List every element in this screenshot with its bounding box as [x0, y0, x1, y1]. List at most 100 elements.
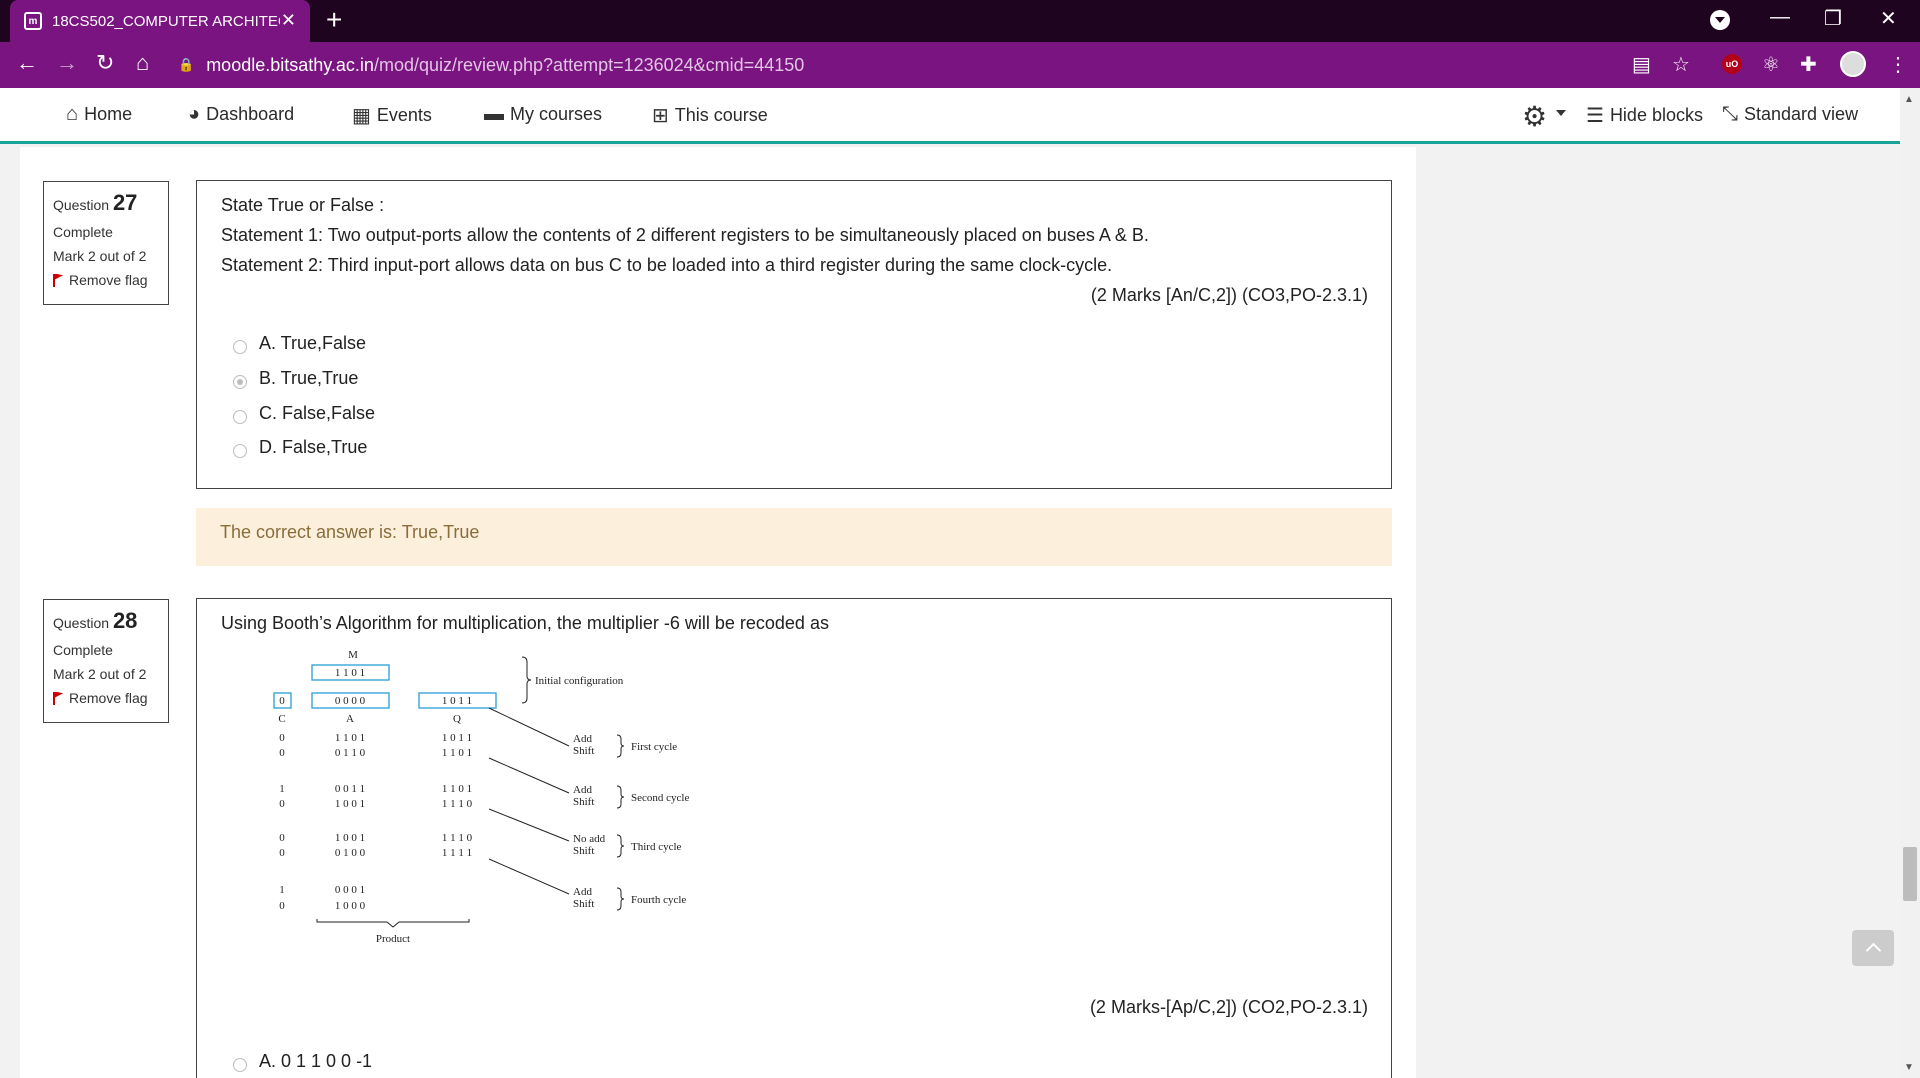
cycle-c-value: 0	[279, 732, 285, 744]
cycle-a-value: 1 1 0 1	[335, 732, 365, 744]
product-brace	[316, 919, 470, 928]
minimize-icon[interactable]: —	[1770, 6, 1790, 29]
forward-icon[interactable]: →	[56, 50, 78, 76]
answer-option-a[interactable]: A. 0 1 1 0 0 -1	[233, 1051, 372, 1072]
browser-tab[interactable]: m 18CS502_COMPUTER ARCHITECTURE ✕	[10, 0, 310, 42]
option-label: C. False,False	[259, 403, 376, 423]
chevron-down-icon[interactable]	[1556, 110, 1566, 116]
nav-this-course-label: This course	[674, 105, 768, 125]
scroll-up-icon[interactable]: ▲	[1904, 94, 1914, 105]
back-icon[interactable]: ←	[16, 50, 38, 76]
cycle-a-value: 0 0 1 1	[335, 783, 365, 795]
cycle-a-value: 0 1 0 0	[335, 847, 366, 859]
home-icon[interactable]: ⌂	[136, 50, 149, 76]
q-init: 1 0 1 1	[442, 695, 472, 707]
question-label: Question	[53, 197, 110, 213]
cycle-op: No add	[573, 833, 606, 845]
cycle-q-value: 1 1 1 1	[442, 847, 472, 859]
extensions-puzzle-icon[interactable]: ✚	[1800, 52, 1817, 77]
close-window-icon[interactable]: ✕	[1880, 6, 1897, 31]
url-host: moodle.bitsathy.ac.in	[206, 54, 374, 75]
back-to-top-button[interactable]	[1852, 930, 1894, 966]
nav-my-courses-label: My courses	[510, 104, 603, 124]
blocks-column	[1416, 147, 1900, 1078]
question-marks: (2 Marks [An/C,2]) (CO3,PO-2.3.1)	[1090, 285, 1368, 305]
media-dropdown-icon[interactable]	[1710, 10, 1730, 30]
question-28-content: Using Booth’s Algorithm for multiplicati…	[196, 598, 1392, 1078]
nav-my-courses[interactable]: ▬ My courses	[484, 103, 602, 126]
cycle-a-value: 0 1 1 0	[335, 747, 366, 759]
new-tab-icon[interactable]: +	[326, 4, 342, 36]
ublock-extension-icon[interactable]: uO	[1722, 54, 1742, 74]
home-icon: ⌂	[66, 103, 79, 125]
answer-option-a[interactable]: A. True,False	[233, 333, 366, 354]
radio-button-selected[interactable]	[233, 374, 247, 389]
compress-icon: ⤡	[1722, 103, 1738, 125]
c-init: 0	[279, 695, 285, 707]
option-label: B. True,True	[259, 368, 359, 388]
sitemap-icon: ⊞	[652, 105, 669, 127]
cycle-op: Shift	[573, 898, 594, 910]
hide-blocks-label: Hide blocks	[1609, 105, 1703, 125]
c-label: C	[278, 713, 285, 725]
lock-icon: 🔒	[178, 57, 195, 72]
cycle-c-value: 1	[279, 884, 285, 896]
restore-icon[interactable]: ❐	[1824, 6, 1842, 31]
cycle-op: Add	[573, 886, 592, 898]
remove-flag-label: Remove flag	[69, 272, 148, 288]
product-label: Product	[376, 933, 410, 945]
cycle-brace	[616, 887, 625, 911]
moodle-favicon-icon: m	[24, 12, 42, 30]
reload-icon[interactable]: ↻	[96, 50, 114, 76]
radio-button[interactable]	[233, 1057, 247, 1072]
moodle-navbar: ⌂ Home ◕ Dashboard ▦ Events ▬ My courses…	[0, 88, 1900, 144]
scroll-down-icon[interactable]: ▼	[1904, 1062, 1914, 1073]
question-28-info: Question 28 Complete Mark 2 out of 2 Rem…	[43, 599, 169, 723]
settings-gear-icon[interactable]: ⚙	[1522, 100, 1547, 133]
question-status: Complete	[53, 224, 113, 240]
react-extension-icon[interactable]: ⚛	[1762, 52, 1780, 77]
answer-option-b[interactable]: B. True,True	[233, 368, 358, 389]
cycle-op: Shift	[573, 745, 594, 757]
cycle-c-value: 1	[279, 783, 285, 795]
radio-button[interactable]	[233, 339, 247, 354]
radio-button[interactable]	[233, 409, 247, 424]
cycle-name: Third cycle	[631, 841, 682, 853]
question-text-line: Statement 1: Two output-ports allow the …	[221, 225, 1149, 245]
nav-home[interactable]: ⌂ Home	[66, 103, 132, 126]
profile-avatar[interactable]	[1840, 51, 1866, 77]
question-status: Complete	[53, 642, 113, 658]
address-bar[interactable]: 🔒 moodle.bitsathy.ac.in /mod/quiz/review…	[178, 49, 1656, 81]
radio-button[interactable]	[233, 443, 247, 458]
question-text-line: State True or False :	[221, 195, 385, 215]
cycle-c-value: 0	[279, 900, 285, 912]
remove-flag-button[interactable]: Remove flag	[53, 690, 159, 706]
answer-option-c[interactable]: C. False,False	[233, 403, 375, 424]
cycle-op: Shift	[573, 845, 594, 857]
cycle-arrow	[488, 858, 570, 895]
dashboard-gauge-icon: ◕	[188, 103, 201, 125]
scrollbar-thumb[interactable]	[1903, 847, 1917, 901]
question-mark: Mark 2 out of 2	[53, 666, 147, 682]
bookmark-star-icon[interactable]: ☆	[1672, 52, 1690, 77]
nav-this-course[interactable]: ⊞ This course	[652, 103, 768, 128]
nav-dashboard[interactable]: ◕ Dashboard	[188, 103, 294, 126]
cycle-name: Second cycle	[631, 792, 689, 804]
question-27-content: State True or False : Statement 1: Two o…	[196, 180, 1392, 489]
hide-blocks-button[interactable]: ☰ Hide blocks	[1586, 103, 1703, 128]
nav-events[interactable]: ▦ Events	[352, 103, 432, 128]
url-path: /mod/quiz/review.php?attempt=1236024&cmi…	[373, 54, 805, 75]
page-scrollbar[interactable]	[1900, 88, 1920, 1078]
nav-home-label: Home	[84, 104, 133, 124]
tab-close-icon[interactable]: ✕	[281, 10, 296, 31]
option-label: D. False,True	[259, 437, 368, 457]
answer-option-d[interactable]: D. False,True	[233, 437, 367, 458]
cycle-q-value: 1 1 0 1	[442, 783, 472, 795]
standard-view-button[interactable]: ⤡ Standard view	[1722, 103, 1858, 126]
correct-answer-feedback: The correct answer is: True,True	[196, 508, 1392, 566]
browser-menu-icon[interactable]: ⋮	[1888, 52, 1908, 77]
reader-mode-icon[interactable]: ▤	[1632, 52, 1651, 77]
remove-flag-button[interactable]: Remove flag	[53, 272, 159, 288]
a-init: 0 0 0 0	[335, 695, 366, 707]
browser-toolbar: ← → ↻ ⌂ 🔒 moodle.bitsathy.ac.in /mod/qui…	[0, 42, 1920, 88]
